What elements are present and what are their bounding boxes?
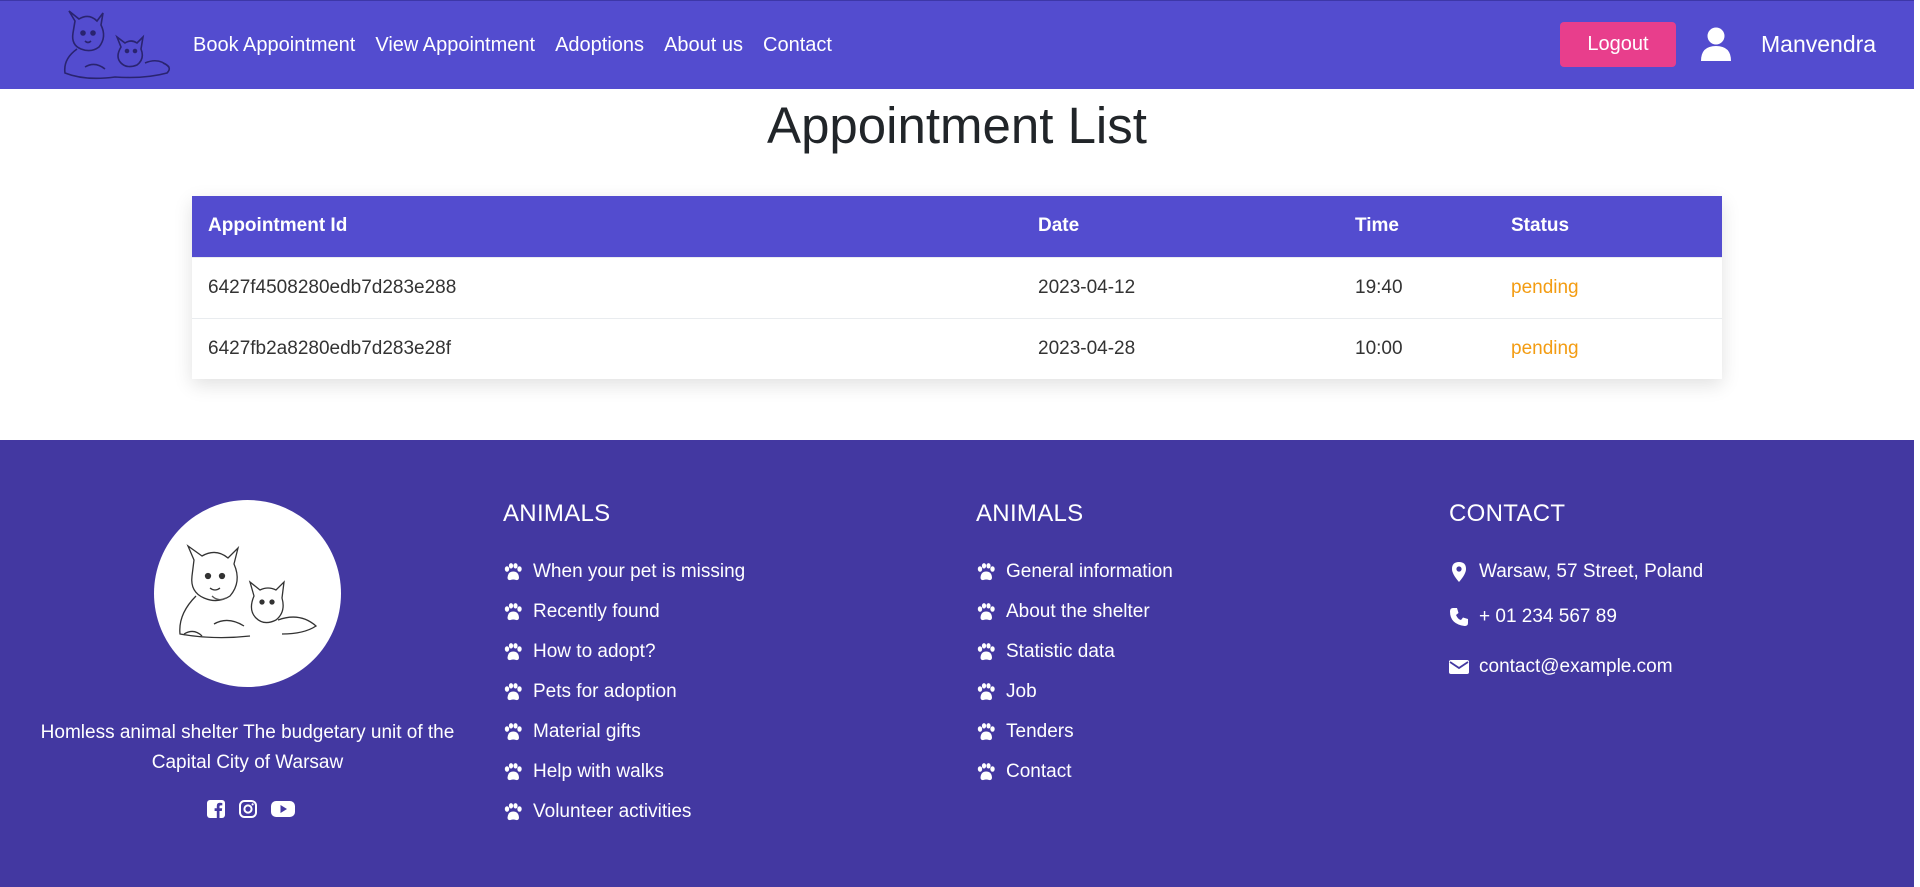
nav-book-appointment[interactable]: Book Appointment [193,34,355,57]
cell-date: 2023-04-12 [1038,276,1136,298]
paw-icon [977,723,995,741]
contact-email: contact@example.com [1449,642,1703,692]
contact-address: Warsaw, 57 Street, Poland [1449,552,1703,592]
footer-link-label: Statistic data [1006,641,1115,662]
page-title: Appointment List [767,97,1147,154]
paw-icon [504,643,522,661]
footer-link-label: When your pet is missing [533,561,746,582]
footer-col-animals-1: ANIMALS When your pet is missing Recentl… [503,500,745,832]
table-header-row: Appointment Id Date Time Status [192,196,1722,257]
logout-button[interactable]: Logout [1560,22,1676,67]
header-appointment-id: Appointment Id [208,215,348,237]
footer-link[interactable]: When your pet is missing [503,552,745,592]
appointment-table: Appointment Id Date Time Status 6427f450… [192,196,1722,379]
footer-link-label: Recently found [533,601,660,622]
footer-description: Homless animal shelter The budgetary uni… [40,722,455,773]
header-time: Time [1355,215,1400,237]
footer-link[interactable]: General information [976,552,1173,592]
footer-col-title: ANIMALS [503,500,611,527]
contact-phone: + 01 234 567 89 [1449,592,1703,642]
footer-link[interactable]: Contact [976,752,1173,792]
nav-about-us[interactable]: About us [664,34,743,57]
user-icon[interactable] [1700,27,1732,61]
footer-link-label: Pets for adoption [533,681,677,702]
footer-link-label: Job [1006,681,1037,702]
paw-icon [504,763,522,781]
contact-email-text: contact@example.com [1479,656,1673,677]
footer-link[interactable]: Material gifts [503,712,745,752]
footer-link[interactable]: Statistic data [976,632,1173,672]
footer-link[interactable]: Job [976,672,1173,712]
appointment-table-card: Appointment Id Date Time Status 6427f450… [192,196,1722,379]
map-marker-icon [1452,562,1466,582]
cell-appointment-id: 6427fb2a8280edb7d283e28f [208,337,452,359]
footer-link[interactable]: Tenders [976,712,1173,752]
top-navbar: Book Appointment View Appointment Adopti… [0,0,1914,89]
footer-link-label: About the shelter [1006,601,1150,622]
paw-icon [977,683,995,701]
footer-link-label: Contact [1006,761,1072,782]
footer-link[interactable]: Pets for adoption [503,672,745,712]
nav-adoptions[interactable]: Adoptions [555,34,644,57]
table-row: 6427fb2a8280edb7d283e28f 2023-04-28 10:0… [192,318,1722,379]
footer-link-label: General information [1006,561,1173,582]
footer-logo-icon [154,500,341,687]
footer-link[interactable]: How to adopt? [503,632,745,672]
paw-icon [504,803,522,821]
paw-icon [977,643,995,661]
cell-appointment-id: 6427f4508280edb7d283e288 [208,276,457,298]
contact-phone-text: + 01 234 567 89 [1479,606,1617,627]
footer-col-title: ANIMALS [976,500,1084,527]
nav-contact[interactable]: Contact [763,34,832,57]
youtube-icon[interactable] [271,800,295,823]
paw-icon [504,603,522,621]
footer-link-label: Help with walks [533,761,664,782]
header-status: Status [1511,215,1570,237]
footer-link[interactable]: Help with walks [503,752,745,792]
cell-status: pending [1511,337,1579,359]
nav-view-appointment[interactable]: View Appointment [375,34,535,57]
paw-icon [504,683,522,701]
facebook-icon[interactable] [207,800,225,823]
phone-icon [1450,608,1468,626]
table-row: 6427f4508280edb7d283e288 2023-04-12 19:4… [192,257,1722,318]
footer-col-contact: CONTACT Warsaw, 57 Street, Poland + 01 2… [1449,500,1703,692]
envelope-icon [1449,660,1469,674]
footer-link-label: How to adopt? [533,641,656,662]
dog-cat-logo-icon[interactable] [55,7,177,85]
username-label: Manvendra [1761,31,1877,57]
instagram-icon[interactable] [239,800,257,823]
paw-icon [504,563,522,581]
footer-link-label: Tenders [1006,721,1074,742]
footer-link[interactable]: Recently found [503,592,745,632]
contact-address-text: Warsaw, 57 Street, Poland [1479,561,1704,582]
cell-date: 2023-04-28 [1038,337,1136,359]
social-links [207,800,295,823]
footer-link[interactable]: Volunteer activities [503,792,745,832]
cell-status: pending [1511,276,1579,298]
footer-col-title: CONTACT [1449,500,1566,527]
cell-time: 10:00 [1355,337,1403,359]
paw-icon [977,603,995,621]
footer: Homless animal shelter The budgetary uni… [0,440,1914,887]
footer-link[interactable]: About the shelter [976,592,1173,632]
footer-link-label: Volunteer activities [533,801,692,822]
paw-icon [504,723,522,741]
nav-links: Book Appointment View Appointment Adopti… [193,1,852,90]
header-date: Date [1038,215,1080,237]
paw-icon [977,763,995,781]
footer-col-animals-2: ANIMALS General information About the sh… [976,500,1173,792]
cell-time: 19:40 [1355,276,1403,298]
paw-icon [977,563,995,581]
footer-link-label: Material gifts [533,721,641,742]
